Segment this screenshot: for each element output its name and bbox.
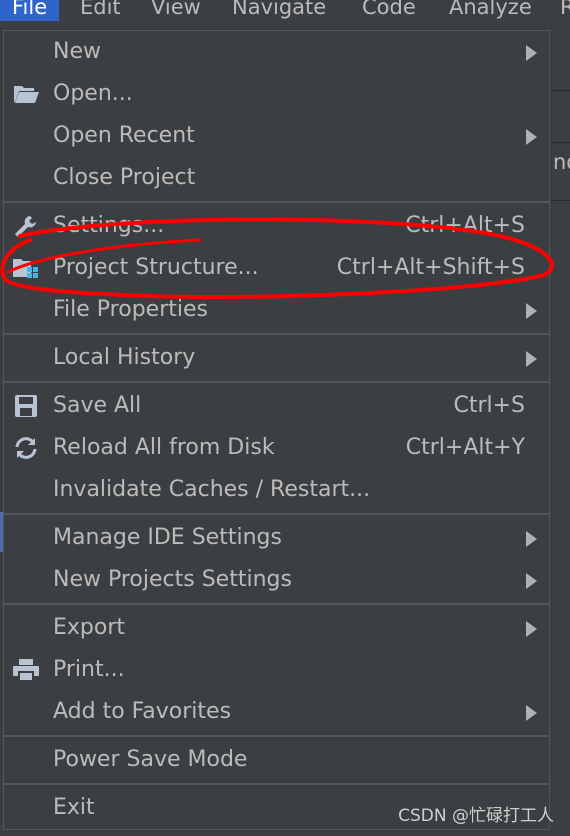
menu-navigate[interactable]: Navigate — [232, 0, 326, 21]
background-text: nd — [553, 150, 570, 174]
menu-item-close-project[interactable]: Close Project — [4, 157, 549, 199]
menu-item-open-recent[interactable]: Open Recent — [4, 115, 549, 157]
menu-item-new[interactable]: New — [4, 31, 549, 73]
menu-separator — [4, 513, 549, 515]
wrench-icon — [12, 214, 40, 238]
menu-item-add-to-favorites[interactable]: Add to Favorites — [4, 691, 549, 733]
menu-item-label: Print... — [53, 657, 125, 682]
menu-item-settings[interactable]: Settings... Ctrl+Alt+S — [4, 205, 549, 247]
menu-item-file-properties[interactable]: File Properties — [4, 289, 549, 331]
menu-item-shortcut: Ctrl+Alt+S — [405, 213, 525, 238]
folder-open-icon — [12, 82, 40, 106]
menu-file[interactable]: File — [0, 0, 60, 21]
background-divider — [551, 142, 570, 143]
save-icon — [12, 394, 40, 418]
project-structure-icon — [12, 256, 40, 280]
file-menu-dropdown: New Open... Open Recent Close Project Settin… — [3, 30, 550, 830]
menu-item-label: Reload All from Disk — [53, 435, 275, 460]
menu-item-shortcut: Ctrl+S — [453, 393, 525, 418]
menu-item-label: Manage IDE Settings — [53, 525, 282, 550]
menu-separator — [4, 735, 549, 737]
background-divider — [551, 200, 570, 201]
menu-item-export[interactable]: Export — [4, 607, 549, 649]
watermark: CSDN @忙碌打工人 — [398, 806, 554, 826]
menu-item-label: Save All — [53, 393, 142, 418]
menu-item-label: Power Save Mode — [53, 747, 248, 772]
menu-item-label: Project Structure... — [53, 255, 259, 280]
menu-code[interactable]: Code — [362, 0, 416, 21]
menu-item-label: Close Project — [53, 165, 196, 190]
menu-separator — [4, 783, 549, 785]
menu-item-label: Settings... — [53, 213, 165, 238]
menu-item-shortcut: Ctrl+Alt+Y — [405, 435, 525, 460]
menu-analyze[interactable]: Analyze — [449, 0, 532, 21]
submenu-arrow-icon — [526, 45, 537, 61]
menu-item-manage-ide-settings[interactable]: Manage IDE Settings — [4, 517, 549, 559]
menu-item-invalidate-caches-restart[interactable]: Invalidate Caches / Restart... — [4, 469, 549, 511]
menu-item-label: Local History — [53, 345, 196, 370]
menu-separator — [4, 333, 549, 335]
menu-item-label: New Projects Settings — [53, 567, 292, 592]
menu-item-label: Export — [53, 615, 126, 640]
menu-refactor[interactable]: R — [560, 0, 570, 21]
submenu-arrow-icon — [526, 129, 537, 145]
submenu-arrow-icon — [526, 303, 537, 319]
menu-edit[interactable]: Edit — [80, 0, 121, 21]
menu-item-project-structure[interactable]: Project Structure... Ctrl+Alt+Shift+S — [4, 247, 549, 289]
menu-separator — [4, 201, 549, 203]
submenu-arrow-icon — [526, 351, 537, 367]
submenu-arrow-icon — [526, 705, 537, 721]
menu-item-label: New — [53, 39, 101, 64]
menu-item-label: Add to Favorites — [53, 699, 232, 724]
menu-item-label: Invalidate Caches / Restart... — [53, 477, 371, 502]
menu-item-label: File Properties — [53, 297, 208, 322]
background-divider — [551, 90, 570, 91]
menu-separator — [4, 381, 549, 383]
menu-separator — [4, 603, 549, 605]
menu-item-print[interactable]: Print... — [4, 649, 549, 691]
submenu-arrow-icon — [526, 573, 537, 589]
submenu-arrow-icon — [526, 531, 537, 547]
reload-icon — [12, 436, 40, 460]
menu-item-save-all[interactable]: Save All Ctrl+S — [4, 385, 549, 427]
menu-item-new-projects-settings[interactable]: New Projects Settings — [4, 559, 549, 601]
menu-item-open[interactable]: Open... — [4, 73, 549, 115]
menu-item-reload-all-from-disk[interactable]: Reload All from Disk Ctrl+Alt+Y — [4, 427, 549, 469]
menu-item-local-history[interactable]: Local History — [4, 337, 549, 379]
menu-item-shortcut: Ctrl+Alt+Shift+S — [336, 255, 525, 280]
menu-item-label: Open... — [53, 81, 133, 106]
menu-item-label: Open Recent — [53, 123, 195, 148]
menu-bar: File Edit View Navigate Code Analyze R — [0, 0, 570, 30]
printer-icon — [12, 658, 40, 682]
menu-item-power-save-mode[interactable]: Power Save Mode — [4, 739, 549, 781]
menu-item-label: Exit — [53, 795, 95, 820]
submenu-arrow-icon — [526, 621, 537, 637]
menu-view[interactable]: View — [151, 0, 201, 21]
